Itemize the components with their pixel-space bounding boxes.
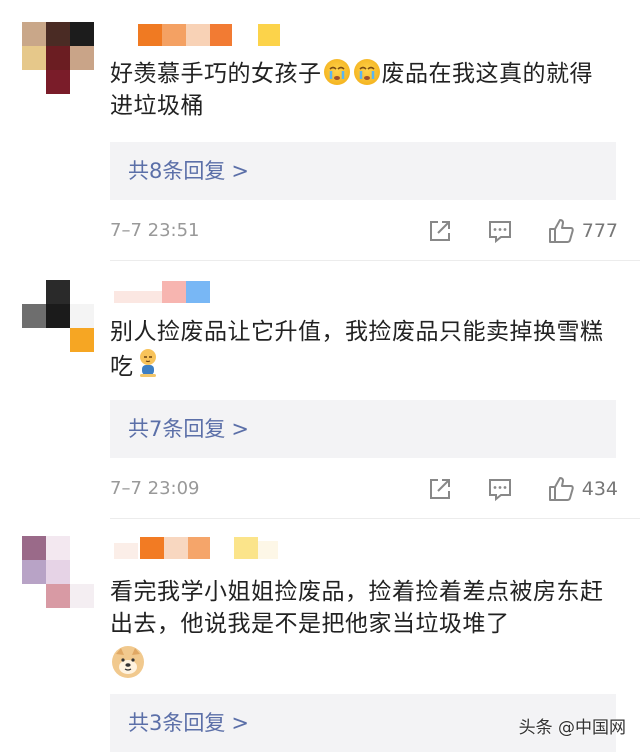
thumbs-up-icon — [548, 477, 574, 501]
comment-actions: 434 — [394, 474, 618, 504]
like-button[interactable]: 434 — [546, 474, 618, 504]
view-replies-button[interactable]: 共7条回复 > — [110, 400, 616, 458]
crying-emoji-icon — [323, 59, 350, 85]
timestamp: 7–7 23:09 — [110, 478, 200, 499]
pensive-kid-emoji-icon — [136, 348, 160, 378]
comment-text: 好羡慕手巧的女孩子 废品在我这真的就得进垃圾桶 — [110, 59, 593, 119]
divider — [110, 518, 640, 519]
comment-button[interactable] — [486, 217, 514, 245]
thumbs-up-icon — [548, 219, 574, 243]
watermark: 头条 @中国网 — [518, 718, 626, 738]
comment-icon — [488, 479, 511, 502]
comment-text: 看完我学小姐姐捡废品，捡着捡着差点被房东赶出去，他说我是不是把他家当垃圾堆了 — [110, 576, 610, 683]
share-button[interactable] — [426, 475, 454, 503]
like-count: 434 — [581, 478, 618, 500]
avatar[interactable] — [22, 536, 94, 608]
comment-icon — [488, 221, 511, 244]
view-replies-button[interactable]: 共8条回复 > — [110, 142, 616, 200]
comment-actions: 777 — [394, 216, 618, 246]
like-count: 777 — [581, 220, 618, 242]
timestamp: 7–7 23:51 — [110, 220, 200, 241]
share-icon — [429, 479, 450, 499]
avatar[interactable] — [22, 280, 94, 352]
share-icon — [429, 221, 450, 241]
like-button[interactable]: 777 — [546, 216, 618, 246]
comment-button[interactable] — [486, 475, 514, 503]
share-button[interactable] — [426, 217, 454, 245]
avatar[interactable] — [22, 22, 94, 94]
doge-emoji-icon — [112, 646, 144, 678]
comment-text: 别人捡废品让它升值，我捡废品只能卖掉换雪糕吃 — [110, 319, 604, 380]
crying-emoji-icon — [353, 59, 380, 85]
divider — [110, 260, 640, 261]
